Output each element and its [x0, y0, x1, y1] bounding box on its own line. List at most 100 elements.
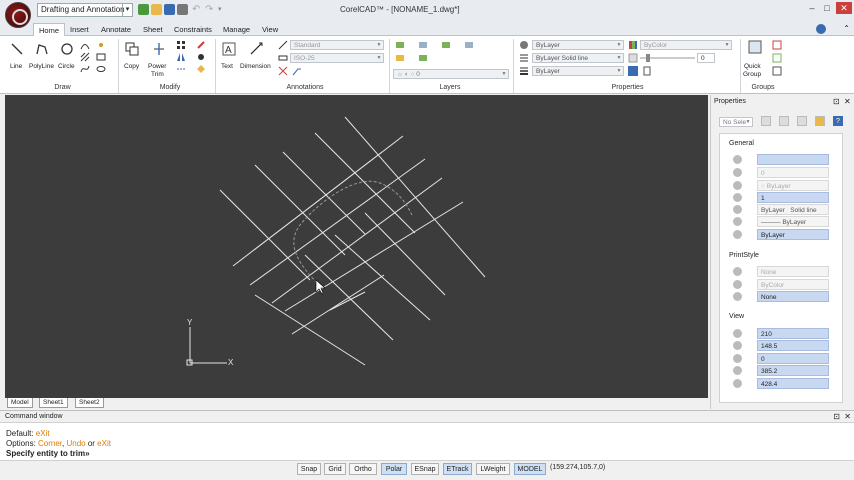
prop-row-center-x[interactable]: 210	[733, 328, 843, 339]
circle-icon[interactable]	[60, 42, 74, 56]
prop-row-lineweight[interactable]: ——— ByLayer	[733, 216, 843, 227]
grid-toggle[interactable]: Grid	[324, 463, 346, 475]
layer-select[interactable]: ☼ ◐ ○ 0 ▼	[393, 69, 509, 79]
erase-icon[interactable]	[196, 40, 206, 50]
workspace-select[interactable]: Drafting and Annotation ▾	[37, 3, 133, 17]
group-add-icon[interactable]	[772, 53, 782, 63]
ellipse-icon[interactable]	[96, 64, 106, 74]
text-style-select[interactable]: Standard ▼	[290, 40, 384, 50]
point-icon[interactable]	[96, 40, 106, 50]
tab-home[interactable]: Home	[33, 23, 66, 36]
quick-group-label-1[interactable]: Quick	[744, 63, 761, 70]
layer-manager-icon[interactable]	[395, 40, 405, 50]
cmd-float-button[interactable]: ⊡	[833, 412, 840, 421]
arc-icon[interactable]	[80, 40, 90, 50]
maximize-button[interactable]: □	[820, 2, 834, 14]
help-icon[interactable]	[816, 24, 826, 34]
prop-row-printcolor[interactable]: ByColor	[733, 279, 843, 290]
properties-panel-icon[interactable]	[642, 66, 652, 76]
undo-icon[interactable]: ↶	[192, 4, 203, 15]
layer-isolate-icon[interactable]	[441, 40, 451, 50]
prop-row-center-z[interactable]: 0	[733, 353, 843, 364]
categorized-icon[interactable]	[815, 116, 825, 126]
linestyle-select[interactable]: ByLayer Solid line ▼	[532, 53, 624, 63]
selection-select[interactable]: No Sele ▼	[719, 117, 753, 127]
power-label[interactable]: Power	[148, 63, 166, 70]
cmd-option-undo[interactable]: Undo	[66, 439, 85, 448]
redo-icon[interactable]: ↷	[205, 4, 216, 15]
explode-icon[interactable]	[196, 64, 206, 74]
prop-row-printstyle[interactable]: None	[733, 266, 843, 277]
copy-label[interactable]: Copy	[124, 63, 139, 70]
new-file-icon[interactable]	[138, 4, 149, 15]
prop-row-scale[interactable]: 1	[733, 192, 843, 203]
text-label[interactable]: Text	[221, 63, 233, 70]
prop-row-center-y[interactable]: 148.5	[733, 340, 843, 351]
layer-freeze-icon[interactable]	[464, 40, 474, 50]
tab-manage[interactable]: Manage	[218, 23, 255, 36]
snap-toggle[interactable]: Snap	[297, 463, 321, 475]
polyline-icon[interactable]	[35, 42, 49, 56]
layer-match-icon[interactable]	[395, 53, 405, 63]
tab-constraints[interactable]: Constraints	[169, 23, 217, 36]
print-color-select[interactable]: ByColor ▼	[640, 40, 732, 50]
panel-close-button[interactable]: ✕	[844, 97, 851, 106]
tab-model[interactable]: Model	[7, 398, 33, 408]
selected-arc[interactable]	[293, 180, 413, 284]
save-icon[interactable]	[164, 4, 175, 15]
leader-icon[interactable]	[292, 66, 302, 76]
tab-sheet[interactable]: Sheet	[138, 23, 168, 36]
mirror-icon[interactable]	[176, 52, 186, 62]
tab-insert[interactable]: Insert	[65, 23, 94, 36]
cmd-prompt[interactable]: Specify entity to trim»	[6, 449, 90, 458]
quick-select-icon[interactable]	[797, 116, 807, 126]
dimension-label[interactable]: Dimension	[240, 63, 271, 70]
cmd-default-value[interactable]: eXit	[36, 429, 50, 438]
ribbon-collapse-icon[interactable]: ⌃	[843, 24, 850, 33]
esnap-toggle[interactable]: ESnap	[411, 463, 439, 475]
select-entities-icon[interactable]	[761, 116, 771, 126]
print-icon[interactable]	[177, 4, 188, 15]
prop-row-printtable[interactable]: None	[733, 291, 843, 302]
spline-icon[interactable]	[80, 64, 90, 74]
close-window-button[interactable]: ✕	[836, 2, 852, 14]
tab-view[interactable]: View	[257, 23, 283, 36]
panel-float-button[interactable]: ⊡	[833, 97, 840, 106]
prop-row-linecolor[interactable]: ○ ByLayer	[733, 180, 843, 191]
color-select[interactable]: ByLayer ▼	[532, 40, 624, 50]
transparency-slider-thumb[interactable]	[646, 54, 650, 62]
prop-row-color[interactable]	[733, 154, 843, 165]
dim-style-select[interactable]: ISO-25 ▼	[290, 53, 384, 63]
app-logo-icon[interactable]	[5, 2, 31, 28]
polar-toggle[interactable]: Polar	[381, 463, 407, 475]
tab-sheet2[interactable]: Sheet2	[75, 398, 104, 408]
help-icon[interactable]: ?	[833, 116, 843, 126]
line-icon[interactable]	[10, 42, 24, 56]
array-icon[interactable]	[176, 40, 186, 50]
line-label[interactable]: Line	[10, 63, 22, 70]
polyline-label[interactable]: PolyLine	[29, 63, 54, 70]
minimize-button[interactable]: –	[805, 2, 819, 14]
cmd-option-corner[interactable]: Corner	[38, 439, 62, 448]
copy-icon[interactable]	[125, 42, 139, 56]
tab-sheet1[interactable]: Sheet1	[39, 398, 68, 408]
group-edit-icon[interactable]	[772, 40, 782, 50]
quick-group-icon[interactable]	[748, 40, 762, 54]
lweight-toggle[interactable]: LWeight	[476, 463, 510, 475]
ortho-toggle[interactable]: Ortho	[349, 463, 377, 475]
stretch-icon[interactable]	[176, 64, 186, 74]
match-properties-icon[interactable]	[628, 66, 638, 76]
trim-label[interactable]: Trim	[151, 71, 164, 78]
qat-dropdown-icon[interactable]: ▾	[218, 4, 229, 15]
lineweight-select[interactable]: ByLayer ▼	[532, 66, 624, 76]
table-style-icon[interactable]	[278, 66, 288, 76]
layer-off-icon[interactable]	[418, 53, 428, 63]
text-icon[interactable]: A	[222, 42, 236, 56]
rectangle-icon[interactable]	[96, 52, 106, 62]
toggle-pickadd-icon[interactable]	[779, 116, 789, 126]
cmd-option-exit[interactable]: eXit	[97, 439, 111, 448]
prop-row-selected[interactable]: ByLayer	[733, 229, 843, 240]
open-file-icon[interactable]	[151, 4, 162, 15]
prop-row-height[interactable]: 385.2	[733, 365, 843, 376]
layer-previous-icon[interactable]	[418, 40, 428, 50]
